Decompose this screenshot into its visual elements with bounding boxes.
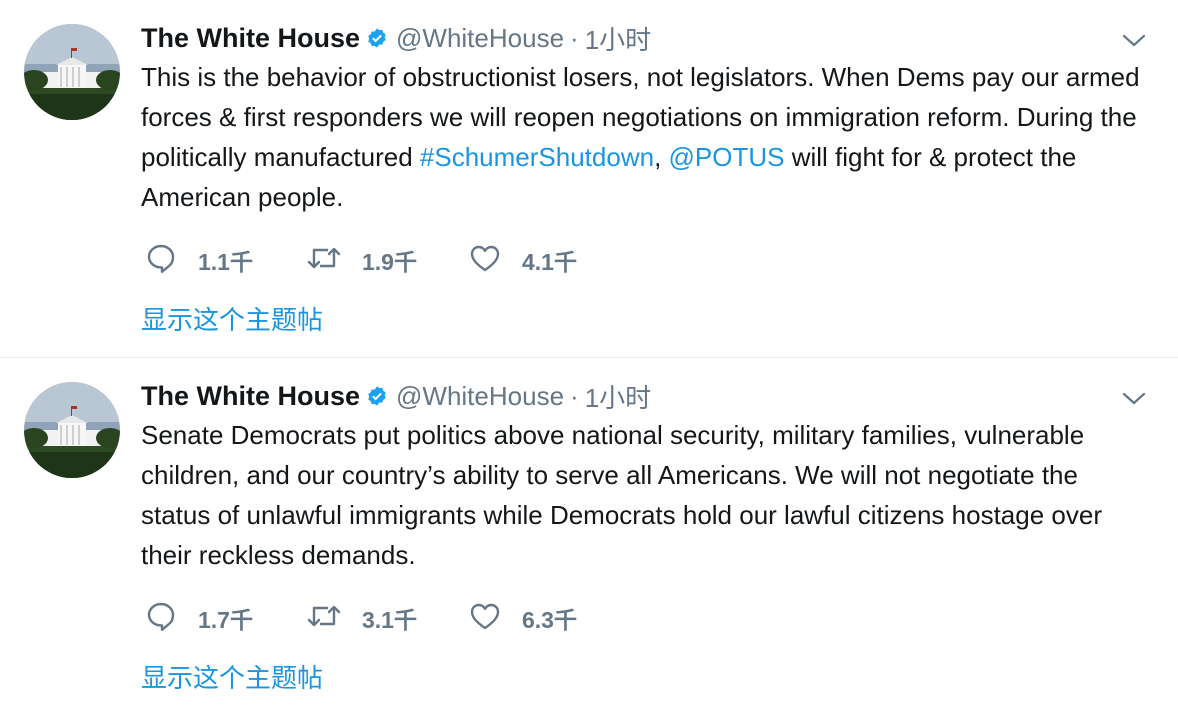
separator-dot: · bbox=[570, 22, 579, 53]
reply-icon bbox=[144, 599, 178, 638]
retweet-button[interactable]: 3.1千 bbox=[306, 599, 468, 638]
tweet-header: The White House @WhiteHouse · 1小时 bbox=[141, 18, 651, 58]
reply-count: 1.1千 bbox=[198, 249, 253, 275]
separator-dot: · bbox=[570, 380, 579, 411]
like-button[interactable]: 6.3千 bbox=[468, 599, 630, 638]
user-name[interactable]: The White House bbox=[141, 23, 360, 54]
user-name[interactable]: The White House bbox=[141, 381, 360, 412]
like-count: 4.1千 bbox=[522, 249, 577, 275]
user-handle[interactable]: @WhiteHouse bbox=[396, 381, 564, 412]
tweet-text-part: , bbox=[654, 142, 669, 172]
tweet-text: Senate Democrats put politics above nati… bbox=[141, 415, 1151, 575]
tweet-text-part: Senate Democrats put politics above nati… bbox=[141, 420, 1102, 570]
like-icon bbox=[468, 241, 502, 280]
reply-button[interactable]: 1.1千 bbox=[144, 241, 306, 280]
verified-badge-icon bbox=[366, 27, 388, 49]
tweet-actions: 1.7千 3.1千 6.3千 bbox=[144, 598, 630, 638]
chevron-down-icon[interactable] bbox=[1120, 26, 1148, 54]
like-icon bbox=[468, 599, 502, 638]
hashtag-link[interactable]: #SchumerShutdown bbox=[420, 142, 654, 172]
timestamp[interactable]: 1小时 bbox=[585, 378, 651, 415]
tweet-text: This is the behavior of obstructionist l… bbox=[141, 57, 1151, 217]
like-count: 6.3千 bbox=[522, 607, 577, 633]
tweet-actions: 1.1千 1.9千 4.1千 bbox=[144, 240, 630, 280]
avatar[interactable] bbox=[24, 24, 120, 120]
retweet-icon bbox=[306, 599, 342, 638]
tweet[interactable]: The White House @WhiteHouse · 1小时 This i… bbox=[0, 0, 1178, 358]
retweet-count: 3.1千 bbox=[362, 607, 417, 633]
tweet-header: The White House @WhiteHouse · 1小时 bbox=[141, 376, 651, 416]
reply-count: 1.7千 bbox=[198, 607, 253, 633]
mention-link[interactable]: @POTUS bbox=[669, 142, 785, 172]
user-handle[interactable]: @WhiteHouse bbox=[396, 23, 564, 54]
like-button[interactable]: 4.1千 bbox=[468, 241, 630, 280]
retweet-button[interactable]: 1.9千 bbox=[306, 241, 468, 280]
reply-button[interactable]: 1.7千 bbox=[144, 599, 306, 638]
verified-badge-icon bbox=[366, 385, 388, 407]
chevron-down-icon[interactable] bbox=[1120, 384, 1148, 412]
retweet-icon bbox=[306, 241, 342, 280]
retweet-count: 1.9千 bbox=[362, 249, 417, 275]
avatar[interactable] bbox=[24, 382, 120, 478]
show-thread-link[interactable]: 显示这个主题帖 bbox=[141, 658, 323, 695]
tweet[interactable]: The White House @WhiteHouse · 1小时 Senate… bbox=[0, 358, 1178, 716]
show-thread-link[interactable]: 显示这个主题帖 bbox=[141, 300, 323, 337]
reply-icon bbox=[144, 241, 178, 280]
timestamp[interactable]: 1小时 bbox=[585, 20, 651, 57]
